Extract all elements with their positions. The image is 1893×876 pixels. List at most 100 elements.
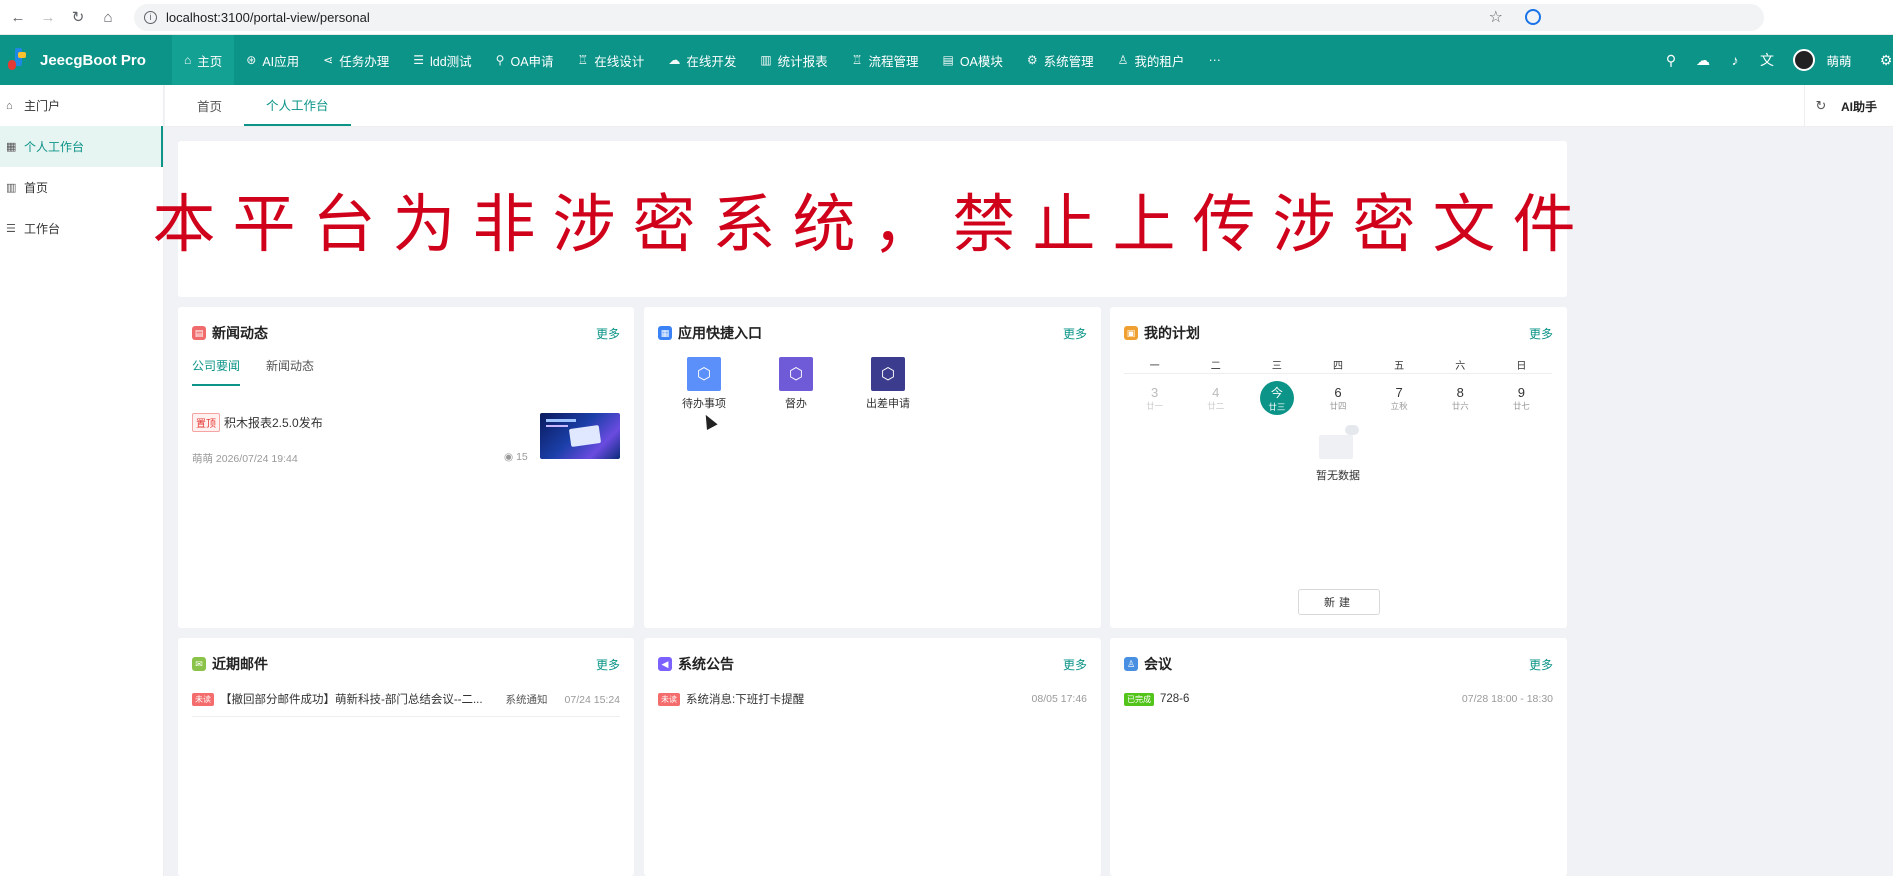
ai-assistant-button[interactable]: AI助手 (1837, 98, 1893, 115)
news-item-title[interactable]: 积木报表2.5.0发布 (224, 416, 323, 430)
day-number: 4 (1212, 384, 1220, 400)
news-item[interactable]: 置顶 积木报表2.5.0发布 萌萌 2026/07/24 19:44 ◉ 15 (192, 413, 620, 465)
weekday-label: 一 (1149, 361, 1160, 372)
sidebar-item-3[interactable]: ☰ 工作台 (0, 208, 163, 249)
user-name[interactable]: 萌萌 (1823, 51, 1855, 70)
ai-icon: ⊛ (246, 53, 257, 67)
home-icon[interactable]: ⌂ (96, 5, 120, 29)
lunar-date: 立秋 (1390, 400, 1408, 411)
refresh-icon[interactable]: ↻ (1805, 98, 1837, 114)
menu-item-label: 主页 (197, 54, 223, 69)
menu-item-4[interactable]: ⚲ OA申请 (484, 35, 566, 85)
calendar-day[interactable]: 9 廿七 (1491, 380, 1552, 416)
menu-item-label: OA申请 (510, 54, 554, 69)
news-item-meta: 萌萌 2026/07/24 19:44 (192, 453, 298, 465)
lunar-date: 廿七 (1512, 400, 1530, 411)
meeting-more-link[interactable]: 更多 (1529, 656, 1553, 673)
plan-more-link[interactable]: 更多 (1529, 325, 1553, 342)
news-more-link[interactable]: 更多 (596, 325, 620, 342)
mail-subject[interactable]: 【撤回部分邮件成功】萌新科技-部门总结会议--二... (220, 691, 483, 707)
meeting-row[interactable]: 已完成 728-6 07/28 18:00 - 18:30 (1124, 690, 1553, 708)
user-icon: ⚲ (495, 53, 505, 67)
notice-card: ◀ 系统公告 更多 未读 系统消息:下班打卡提醒 08/05 17:46 (644, 638, 1101, 876)
apps-more-link[interactable]: 更多 (1063, 325, 1087, 342)
tab-personal-workbench[interactable]: 个人工作台 (244, 84, 351, 126)
news-tabs: 公司要闻 新闻动态 (192, 357, 340, 386)
menu-item-8[interactable]: ♖ 流程管理 (840, 35, 931, 85)
menu-item-label: OA模块 (959, 54, 1003, 69)
address-bar[interactable]: i localhost:3100/portal-view/personal (134, 3, 1764, 31)
search-icon[interactable]: ⚲ (1655, 52, 1687, 69)
weekday-label: 三 (1271, 361, 1282, 372)
calendar-day[interactable]: 6 廿四 (1307, 380, 1368, 416)
notice-title: 系统公告 (678, 656, 734, 672)
tab-company-news[interactable]: 公司要闻 (192, 357, 241, 386)
calendar-day[interactable]: 8 廿六 (1430, 380, 1491, 416)
tab-news-updates[interactable]: 新闻动态 (266, 357, 314, 386)
menu-item-2[interactable]: ⋖ 任务办理 (311, 35, 401, 85)
forward-icon[interactable]: → (36, 5, 60, 29)
cloud-upload-icon[interactable]: ☁ (1687, 52, 1719, 69)
tab-home[interactable]: 首页 (165, 84, 244, 126)
clipboard-icon: ▣ (1124, 326, 1138, 340)
menu-item-10[interactable]: ⚙ 系统管理 (1015, 35, 1106, 85)
sidebar-item-1[interactable]: ▦ 个人工作台 (0, 126, 163, 167)
meeting-subject[interactable]: 728-6 (1160, 693, 1189, 705)
menu-item-1[interactable]: ⊛ AI应用 (234, 35, 311, 85)
notice-row[interactable]: 未读 系统消息:下班打卡提醒 08/05 17:46 (658, 690, 1087, 708)
app-shortcut-0[interactable]: ⬡ 待办事项 (658, 357, 750, 411)
sidebar-item-icon: ☰ (6, 223, 16, 235)
menu-item-5[interactable]: ♖ 在线设计 (566, 35, 657, 85)
share-icon: ⋖ (323, 53, 334, 67)
cube-icon[interactable]: ⬡ (687, 357, 721, 391)
sidebar-item-label: 工作台 (24, 222, 61, 236)
sidebar-item-icon: ▥ (6, 182, 17, 194)
cube-icon[interactable]: ⬡ (779, 357, 813, 391)
sidebar-item-0[interactable]: ⌂ 主门户 (0, 85, 163, 126)
profile-icon[interactable] (1525, 9, 1541, 25)
menu-item-9[interactable]: ▤ OA模块 (930, 35, 1014, 85)
cube-icon[interactable]: ⬡ (871, 357, 905, 391)
menu-item-7[interactable]: ▥ 统计报表 (748, 35, 839, 85)
news-icon: ▤ (192, 326, 206, 340)
back-icon[interactable]: ← (6, 5, 30, 29)
app-shortcut-2[interactable]: ⬡ 出差申请 (842, 357, 934, 411)
site-info-icon[interactable]: i (144, 10, 157, 24)
week-calendar: 一二三四五六日 3 廿一 4 廿二今廿三 6 廿四 7 立秋 8 廿六 9 廿七 (1124, 357, 1552, 416)
reload-icon[interactable]: ↻ (66, 5, 90, 29)
app-shortcut-label[interactable]: 督办 (785, 395, 807, 411)
app-shortcut-label[interactable]: 出差申请 (866, 395, 910, 411)
menu-item-12[interactable]: ··· (1196, 35, 1233, 85)
browser-toolbar: ← → ↻ ⌂ i localhost:3100/portal-view/per… (0, 0, 1893, 35)
calendar-day[interactable]: 7 立秋 (1369, 380, 1430, 416)
eye-icon: ◉ (504, 451, 514, 463)
translate-icon[interactable]: 文 (1751, 50, 1783, 70)
calendar-day[interactable]: 今廿三 (1246, 380, 1307, 416)
notice-banner: 本平台为非涉密系统，禁止上传涉密文件 (153, 141, 1576, 297)
menu-item-3[interactable]: ☰ ldd测试 (401, 35, 483, 85)
notice-more-link[interactable]: 更多 (1063, 656, 1087, 673)
app-shortcut-label[interactable]: 待办事项 (682, 395, 726, 411)
app-logo[interactable]: JeecgBoot Pro (0, 35, 172, 85)
menu-item-11[interactable]: ♙ 我的租户 (1106, 35, 1197, 85)
settings-icon[interactable]: ⚙ (1879, 52, 1893, 69)
menu-item-0[interactable]: ⌂ 主页 (172, 35, 235, 85)
menu-item-6[interactable]: ☁ 在线开发 (656, 35, 748, 85)
avatar[interactable] (1793, 49, 1815, 71)
app-shortcut-1[interactable]: ⬡ 督办 (750, 357, 842, 411)
notice-subject[interactable]: 系统消息:下班打卡提醒 (686, 691, 804, 707)
mail-more-link[interactable]: 更多 (596, 656, 620, 673)
news-thumbnail[interactable] (540, 413, 620, 459)
empty-text: 暂无数据 (1316, 470, 1360, 482)
sidebar-item-2[interactable]: ▥ 首页 (0, 167, 163, 208)
bell-icon[interactable]: ♪ (1719, 52, 1751, 68)
mail-row[interactable]: 未读 【撤回部分邮件成功】萌新科技-部门总结会议--二... 系统通知 07/24… (192, 690, 620, 708)
grid-icon: ▦ (658, 326, 672, 340)
new-plan-button[interactable]: 新建 (1298, 589, 1380, 615)
today-marker[interactable]: 今廿三 (1259, 381, 1294, 415)
flow-icon: ♖ (851, 53, 863, 67)
bookmark-star-icon[interactable]: ☆ (1489, 7, 1503, 27)
home-icon: ⌂ (184, 53, 192, 67)
calendar-day[interactable]: 3 廿一 (1124, 380, 1185, 416)
calendar-day[interactable]: 4 廿二 (1185, 380, 1246, 416)
